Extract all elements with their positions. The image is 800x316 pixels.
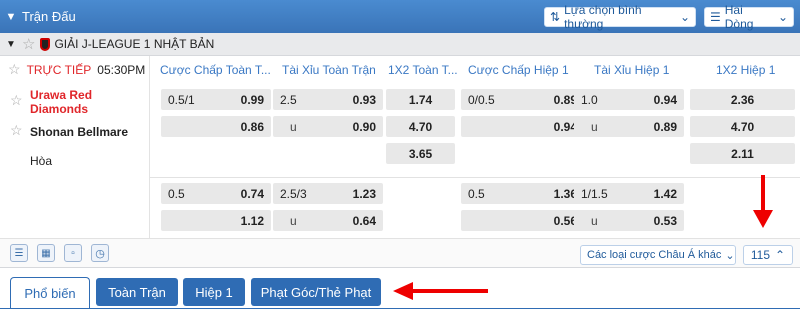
odds-cell[interactable]: 1/1.5 1.42 — [574, 183, 684, 204]
annotation-arrow-down — [761, 175, 765, 213]
favorite-star-icon[interactable]: ☆ — [8, 61, 21, 78]
odds-cell[interactable]: 0.94 — [461, 116, 584, 137]
sort-icon: ⇅ — [550, 10, 561, 24]
col-header-1x2-h1: 1X2 Hiệp 1 — [716, 62, 776, 77]
odds-cell[interactable]: 1.0 0.94 — [574, 89, 684, 110]
col-header-hdp-h1: Cược Chấp Hiệp 1 — [468, 62, 569, 77]
chevron-down-icon: ⌄ — [777, 10, 788, 24]
market-count-button[interactable]: 115 ⌃ — [743, 245, 793, 265]
stats-icon[interactable]: ▫ — [64, 244, 82, 262]
odds-cell[interactable]: 0.5 0.74 — [161, 183, 271, 204]
tab-popular[interactable]: Phổ biến — [10, 277, 90, 309]
odds-cell[interactable]: 1.12 — [161, 210, 271, 231]
odds-cell[interactable]: 0.56 — [461, 210, 584, 231]
row-divider — [150, 177, 800, 178]
list-icon: ☰ — [710, 10, 721, 24]
match-toolbar: ☰ ▦ ▫ ◷ Các loại cược Châu Á khác ⌄ 115 … — [0, 238, 800, 268]
odds-cell[interactable]: u 0.89 — [574, 116, 684, 137]
odds-cell[interactable]: 2.11 — [690, 143, 795, 164]
odds-cell[interactable]: u 0.53 — [574, 210, 684, 231]
page-title: Trận Đấu — [22, 9, 76, 24]
odds-cell[interactable]: 0.86 — [161, 116, 271, 137]
odds-cell[interactable]: 2.36 — [690, 89, 795, 110]
col-header-ou-h1: Tài Xỉu Hiệp 1 — [594, 62, 670, 77]
annotation-arrow-left — [410, 289, 488, 293]
league-logo-icon — [40, 37, 51, 51]
tab-corners-cards[interactable]: Phạt Góc/Thẻ Phạt — [251, 278, 381, 306]
league-name: GIẢI J-LEAGUE 1 NHẬT BẢN — [54, 37, 215, 51]
match-time: 05:30PM — [97, 62, 146, 77]
odds-cell[interactable]: u 0.90 — [273, 116, 383, 137]
tab-bar: Phổ biến Toàn Trận Hiệp 1 Phạt Góc/Thẻ P… — [0, 268, 800, 316]
field-icon[interactable]: ▦ — [37, 244, 55, 262]
chevron-down-icon: ⌄ — [679, 10, 690, 24]
col-header-1x2-ft: 1X2 Toàn T... — [388, 62, 458, 77]
jersey-icon[interactable]: ☰ — [10, 244, 28, 262]
bet-type-select[interactable]: Các loại cược Châu Á khác ⌄ — [580, 245, 736, 265]
favorite-star-icon[interactable]: ☆ — [22, 35, 35, 53]
draw-label: Hòa — [30, 154, 53, 168]
live-badge: TRỰC TIẾP — [26, 62, 92, 77]
odds-cell[interactable]: 0.5/1 0.99 — [161, 89, 271, 110]
lines-select[interactable]: ☰ Hai Dòng ⌄ — [704, 3, 794, 31]
view-select[interactable]: ⇅ Lựa chọn bình thường ⌄ — [544, 3, 696, 31]
odds-cell[interactable]: 0.5 1.36 — [461, 183, 584, 204]
odds-cell[interactable]: u 0.64 — [273, 210, 383, 231]
col-header-hdp-ft: Cược Chấp Toàn T... — [160, 62, 271, 77]
favorite-star-icon[interactable]: ☆ — [10, 92, 23, 109]
match-info: ☆ TRỰC TIẾP 05:30PM Urawa Red Diamonds ☆… — [0, 56, 150, 238]
col-header-ou-ft: Tài Xỉu Toàn Trận — [282, 62, 376, 77]
tab-underline — [0, 308, 800, 309]
odds-cell[interactable]: 0/0.5 0.89 — [461, 89, 584, 110]
favorite-star-icon[interactable]: ☆ — [10, 122, 23, 139]
tab-full-match[interactable]: Toàn Trận — [96, 278, 178, 306]
tab-first-half[interactable]: Hiệp 1 — [183, 278, 245, 306]
arrow-head-icon — [753, 210, 773, 228]
live-status: ☆ TRỰC TIẾP 05:30PM — [0, 56, 150, 83]
chevron-down-icon[interactable]: ▼ — [0, 11, 22, 23]
chevron-up-icon: ⌃ — [775, 248, 786, 262]
main-header: ▼ Trận Đấu ⇅ Lựa chọn bình thường ⌄ ☰ Ha… — [0, 0, 800, 33]
odds-cell[interactable]: 4.70 — [386, 116, 455, 137]
odds-cell[interactable]: 3.65 — [386, 143, 455, 164]
odds-cell[interactable]: 2.5 0.93 — [273, 89, 383, 110]
chevron-down-icon[interactable]: ▼ — [0, 39, 22, 50]
clock-icon[interactable]: ◷ — [91, 244, 109, 262]
chevron-down-icon: ⌄ — [725, 249, 735, 262]
odds-cell[interactable]: 2.5/3 1.23 — [273, 183, 383, 204]
odds-cell[interactable]: 4.70 — [690, 116, 795, 137]
league-row[interactable]: ▼ ☆ GIẢI J-LEAGUE 1 NHẬT BẢN — [0, 33, 800, 56]
odds-cell[interactable]: 1.74 — [386, 89, 455, 110]
away-team: Shonan Bellmare — [30, 125, 129, 139]
home-team: Urawa Red Diamonds — [30, 88, 93, 116]
